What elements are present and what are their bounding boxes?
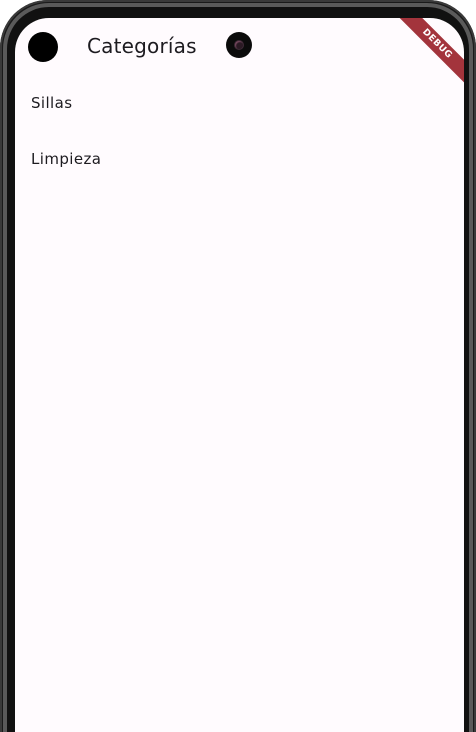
list-item-label: Limpieza (31, 150, 102, 168)
front-camera-icon (226, 32, 252, 58)
list-item-label: Sillas (31, 94, 73, 112)
page-title: Categorías (87, 34, 197, 58)
category-list: Sillas Limpieza (15, 76, 464, 188)
device-frame: Categorías Sillas Limpieza DEBUG (0, 0, 476, 732)
app-bar: Categorías (15, 18, 464, 76)
leading-avatar-icon[interactable] (28, 32, 58, 62)
list-item-sillas[interactable]: Sillas (15, 76, 464, 132)
app-screen: Categorías Sillas Limpieza DEBUG (15, 18, 464, 732)
list-item-limpieza[interactable]: Limpieza (15, 132, 464, 188)
